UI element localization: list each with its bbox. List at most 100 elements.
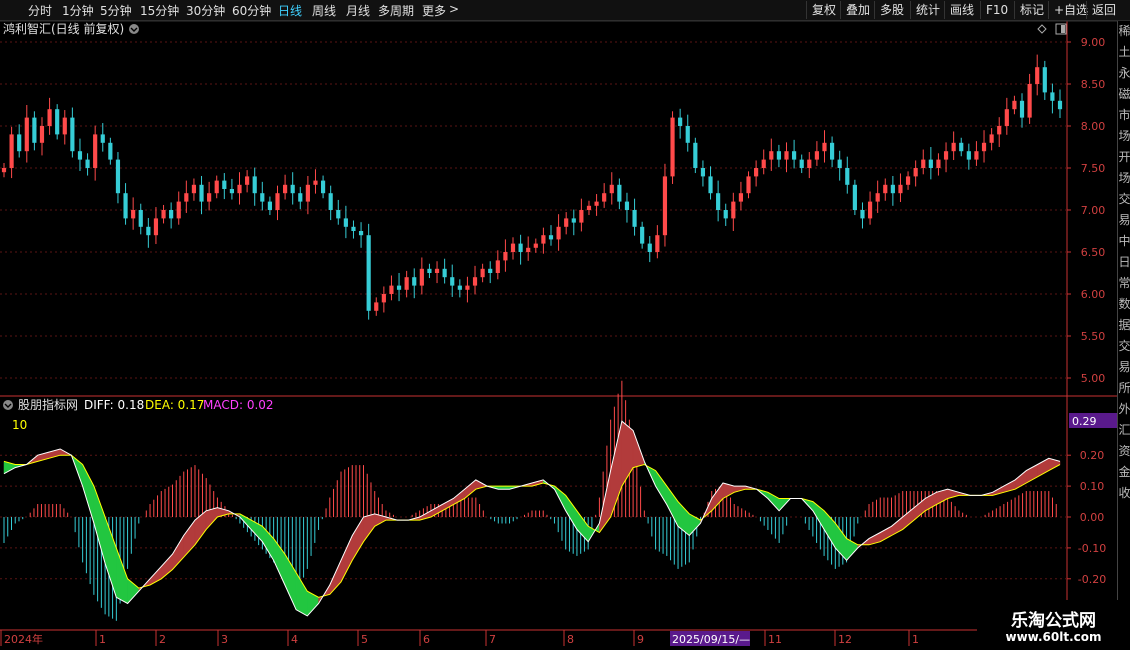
candle-body-108: [822, 142, 827, 152]
candle-body-37: [283, 184, 288, 194]
candle-body-12: [93, 134, 98, 168]
price-tick-label-8: 5.00: [1081, 372, 1106, 385]
diamond-icon[interactable]: [1037, 24, 1047, 34]
candle-body-106: [807, 159, 812, 168]
candle-body-36: [275, 193, 280, 210]
cloud-segment-78: [880, 525, 892, 543]
candle-body-63: [480, 268, 485, 278]
candle-body-22: [169, 210, 174, 219]
candle-body-126: [959, 142, 964, 152]
candle-body-125: [951, 142, 956, 152]
cloud-segment-39: [441, 498, 454, 512]
candle-body-41: [313, 180, 318, 185]
candle-body-64: [488, 268, 493, 273]
candle-body-83: [632, 210, 637, 227]
title-dropdown-icon[interactable]: [129, 24, 139, 34]
side-char-12: 常: [1118, 276, 1130, 290]
candle-body-129: [981, 142, 987, 152]
candle-body-121: [921, 159, 926, 168]
candle-body-67: [510, 243, 516, 252]
candle-body-40: [305, 184, 310, 202]
macd-label: MACD: 0.02: [203, 398, 274, 412]
candle-body-72: [548, 235, 554, 240]
side-char-8: 交: [1118, 192, 1130, 206]
candle-body-80: [609, 184, 614, 194]
macd-tick-label-0: 0.20: [1080, 449, 1105, 462]
price-tick-label-6: 6.00: [1081, 288, 1106, 301]
candle-body-123: [936, 159, 941, 168]
current-value-text: 0.29: [1072, 415, 1097, 428]
price-tick-label-2: 8.00: [1081, 120, 1106, 133]
candle-body-96: [731, 201, 736, 219]
macd-tick-label-4: -0.20: [1078, 573, 1106, 586]
x-label-11: 11: [768, 633, 782, 646]
cloud-segment-80: [902, 507, 915, 530]
x-label-9: 9: [637, 633, 644, 646]
candle-body-10: [77, 151, 83, 160]
candle-body-58: [442, 268, 447, 278]
candle-body-32: [245, 176, 250, 185]
x-label-4: 4: [291, 633, 298, 646]
side-char-11: 日: [1118, 255, 1130, 269]
marker-10: 10: [12, 418, 27, 432]
candle-body-43: [328, 193, 333, 210]
x-label-13: 1: [912, 633, 919, 646]
price-y-axis: 9.00 8.50 8.00 7.50 7.00 6.50 6.00 5.50 5.00: [1067, 36, 1105, 385]
candle-body-35: [267, 201, 272, 210]
candle-body-84: [640, 226, 645, 244]
macd-dropdown-icon[interactable]: [3, 400, 13, 410]
candle-body-76: [579, 210, 584, 223]
side-char-13: 数: [1118, 297, 1130, 311]
x-label-0: 2024年: [4, 632, 43, 646]
macd-tick-label-2: 0.00: [1080, 511, 1105, 524]
watermark: 乐淘公式网 www.60lt.com: [977, 600, 1130, 650]
candle-body-23: [176, 201, 181, 219]
candle-body-47: [358, 231, 364, 236]
price-tick-label-7: 5.50: [1081, 330, 1106, 343]
side-char-20: 资: [1118, 444, 1130, 458]
candle-body-20: [153, 218, 159, 236]
macd-panel-title: 股朋指标网: [18, 397, 78, 412]
candle-body-56: [427, 268, 432, 273]
cloud-segment-31: [352, 516, 364, 562]
candle-body-42: [320, 180, 326, 194]
candle-body-124: [943, 151, 949, 160]
candle-body-50: [381, 294, 386, 303]
right-side-panel[interactable]: 稀土永磁市场开场交易中日常数据交易所外汇资金收: [1117, 21, 1130, 650]
side-char-18: 外: [1118, 402, 1130, 416]
candle-body-93: [708, 176, 713, 194]
candle-body-117: [890, 184, 895, 194]
x-label-10: 2025/09/15/—: [672, 633, 750, 646]
candle-body-88: [670, 117, 675, 177]
candle-body-95: [723, 210, 728, 219]
side-char-4: 市: [1118, 108, 1130, 122]
candle-body-4: [32, 117, 37, 143]
side-char-2: 永: [1118, 66, 1130, 80]
candle-body-89: [678, 117, 683, 126]
side-char-22: 收: [1118, 486, 1130, 500]
candle-body-78: [594, 201, 599, 206]
x-label-2: 2: [159, 633, 166, 646]
candle-body-24: [184, 193, 189, 202]
panel-toggle-icon[interactable]: [1055, 23, 1067, 35]
x-label-8: 8: [567, 633, 574, 646]
candle-body-102: [776, 151, 781, 160]
candle-body-127: [966, 151, 971, 160]
candle-body-92: [700, 168, 706, 177]
cloud-segment-15: [172, 534, 184, 571]
side-char-0: 稀: [1118, 24, 1130, 38]
candle-body-99: [754, 168, 759, 177]
candle-body-66: [503, 252, 508, 261]
candle-body-94: [716, 193, 721, 210]
candlestick-series: [1, 54, 1063, 320]
cloud-segment-9: [104, 516, 117, 598]
candle-body-90: [685, 126, 690, 143]
macd-tick-label-1: 0.10: [1080, 480, 1105, 493]
candle-body-15: [115, 159, 121, 194]
cloud-segment-23: [262, 525, 274, 562]
candle-body-82: [624, 201, 630, 210]
candle-body-77: [586, 205, 592, 210]
side-char-16: 易: [1118, 360, 1130, 374]
candle-body-7: [55, 109, 60, 135]
candle-body-17: [131, 210, 136, 219]
